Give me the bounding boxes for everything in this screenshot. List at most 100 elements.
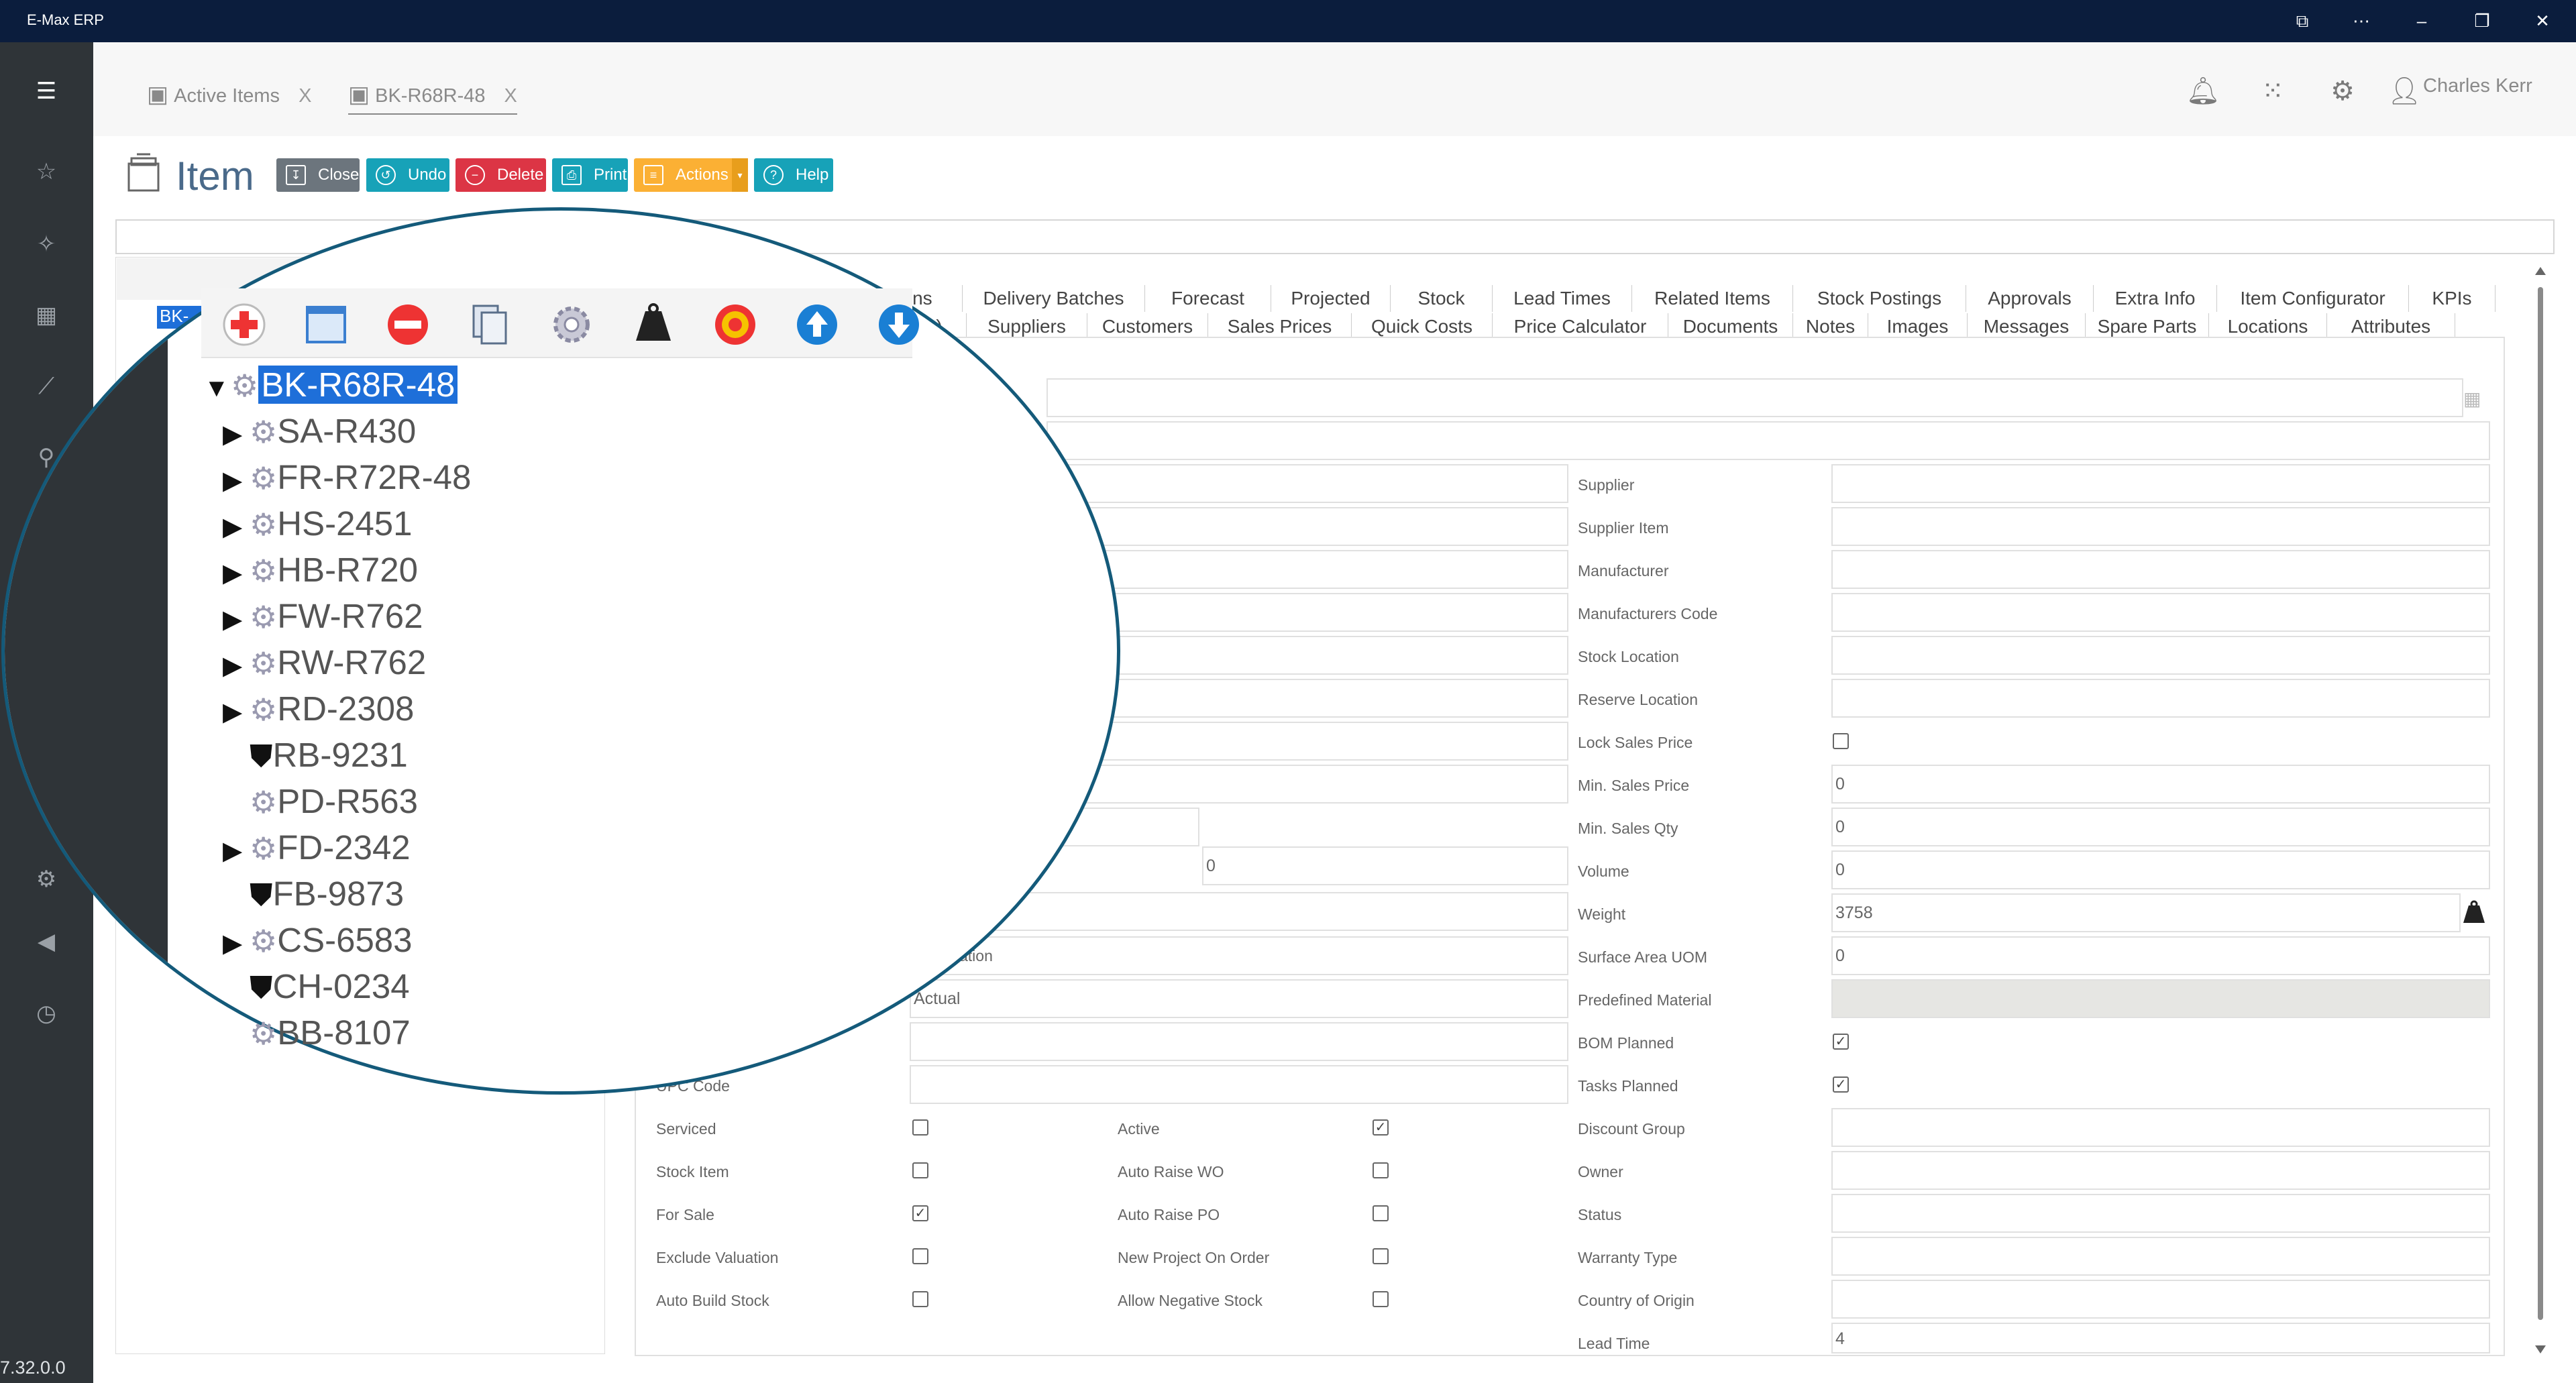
tab-lead-times[interactable]: Lead Times <box>1492 285 1631 312</box>
upc-code-field[interactable] <box>910 1065 1568 1104</box>
collapse-triangle-icon[interactable]: ▼ <box>204 368 231 408</box>
close-window-icon[interactable]: ✕ <box>2522 7 2563 35</box>
stock-item-checkbox[interactable] <box>912 1162 928 1178</box>
for-sale-checkbox[interactable]: ✓ <box>912 1205 928 1221</box>
bell-icon[interactable]: 🔔︎ <box>2184 72 2222 110</box>
add-node-icon[interactable] <box>221 302 267 347</box>
tab-customers[interactable]: Customers <box>1087 313 1208 340</box>
tasks-planned-checkbox[interactable]: ✓ <box>1833 1076 1849 1093</box>
more-icon[interactable]: ⋯ <box>2341 7 2381 35</box>
move-up-icon[interactable] <box>794 302 840 347</box>
apps-grid-icon[interactable]: ⁙ <box>2254 72 2292 110</box>
tab-stock[interactable]: Stock <box>1390 285 1492 312</box>
restore-icon[interactable]: ❐ <box>2462 7 2502 35</box>
remove-node-icon[interactable] <box>385 302 431 347</box>
move-down-icon[interactable] <box>876 302 922 347</box>
hamburger-menu-icon[interactable]: ☰ <box>31 76 62 107</box>
tab-attributes[interactable]: Attributes <box>2326 313 2455 340</box>
manufacturers-code-field[interactable] <box>1831 593 2490 632</box>
form-scrollbar[interactable] <box>2534 267 2546 1353</box>
tree-node[interactable]: ▶ ⚙FR-R72R-48 <box>223 457 471 498</box>
tab-forecast[interactable]: Forecast <box>1144 285 1271 312</box>
tab-images[interactable]: Images <box>1868 313 1967 340</box>
tab-projected[interactable]: Projected <box>1271 285 1390 312</box>
volume-field[interactable]: 0 <box>1831 850 2490 889</box>
min-sales-qty-field[interactable]: 0 <box>1831 808 2490 846</box>
predefined-material-field[interactable] <box>1831 979 2490 1018</box>
tree-node[interactable]: ⛊CH-0234 <box>250 966 410 1007</box>
auto-raise-po-checkbox[interactable] <box>1373 1205 1389 1221</box>
middle-field[interactable] <box>1046 722 1568 761</box>
middle-field[interactable] <box>1046 593 1568 632</box>
expand-triangle-icon[interactable]: ▶ <box>223 924 250 964</box>
tab-spare-parts[interactable]: Spare Parts <box>2085 313 2208 340</box>
manufacturer-field[interactable] <box>1831 550 2490 589</box>
target-icon[interactable] <box>712 302 758 347</box>
bom-planned-checkbox[interactable]: ✓ <box>1833 1034 1849 1050</box>
tree-node[interactable]: ▶ ⚙FD-2342 <box>223 828 411 868</box>
lead-time-field[interactable]: 4 <box>1831 1323 2490 1353</box>
expand-triangle-icon[interactable]: ▶ <box>223 461 250 501</box>
weight-field[interactable]: 3758 <box>1831 893 2461 932</box>
tab-bk-r68r-48[interactable]: ▣ BK-R68R-48 X <box>348 74 517 115</box>
expand-triangle-icon[interactable]: ▶ <box>223 600 250 640</box>
description-field[interactable] <box>1046 378 2463 417</box>
minimize-icon[interactable]: – <box>2402 7 2442 35</box>
tab-active-items[interactable]: ▣ Active Items X <box>147 74 311 115</box>
actions-dropdown-button[interactable]: ≡ Actions ▾ <box>634 158 748 192</box>
costing-method-field[interactable]: Actual <box>910 979 1568 1018</box>
tree-node-root[interactable]: ▼⚙BK-R68R-48 <box>204 365 458 405</box>
middle-field[interactable] <box>1046 679 1568 718</box>
active-checkbox[interactable]: ✓ <box>1373 1119 1389 1136</box>
tab-item-configurator[interactable]: Item Configurator <box>2216 285 2408 312</box>
middle-field[interactable] <box>1046 765 1568 804</box>
supplier-field[interactable] <box>1831 464 2490 503</box>
cast-icon[interactable]: ⧉ <box>2282 7 2322 35</box>
middle-field[interactable] <box>910 1022 1568 1061</box>
tab-related-items[interactable]: Related Items <box>1631 285 1792 312</box>
tree-node[interactable]: ⛊FB-9873 <box>250 874 404 914</box>
star-icon[interactable]: ☆ <box>31 156 62 187</box>
tree-node[interactable]: ▶ ⚙FW-R762 <box>223 596 423 637</box>
tree-node[interactable]: ⛊RB-9231 <box>250 735 408 775</box>
owner-field[interactable] <box>1831 1151 2490 1190</box>
new-project-on-order-checkbox[interactable] <box>1373 1248 1389 1264</box>
close-tab-icon[interactable]: X <box>504 85 517 107</box>
long-description-field[interactable] <box>1046 421 2490 460</box>
tab-kpis[interactable]: KPIs <box>2408 285 2496 312</box>
auto-raise-wo-checkbox[interactable] <box>1373 1162 1389 1178</box>
middle-field[interactable] <box>1046 464 1568 503</box>
country-of-origin-field[interactable] <box>1831 1280 2490 1319</box>
weight-icon[interactable] <box>631 302 676 347</box>
supplier-item-field[interactable] <box>1831 507 2490 546</box>
expand-triangle-icon[interactable]: ▶ <box>223 507 250 547</box>
tree-node[interactable]: ⚙BB-8107 <box>250 1013 411 1053</box>
tree-node[interactable]: ▶ ⚙SA-R430 <box>223 411 416 451</box>
serviced-checkbox[interactable] <box>912 1119 928 1136</box>
middle-field[interactable] <box>1046 550 1568 589</box>
tree-node[interactable]: ⚙PD-R563 <box>250 781 418 822</box>
tab-quick-costs[interactable]: Quick Costs <box>1351 313 1492 340</box>
lock-sales-price-checkbox[interactable] <box>1833 733 1849 749</box>
tab-suppliers[interactable]: Suppliers <box>966 313 1087 340</box>
exclude-valuation-checkbox[interactable] <box>912 1248 928 1264</box>
tab-messages[interactable]: Messages <box>1967 313 2085 340</box>
print-button[interactable]: ⎙ Print <box>552 158 628 192</box>
user-name[interactable]: Charles Kerr <box>2423 75 2532 97</box>
weight-icon[interactable] <box>2461 900 2487 927</box>
reserve-location-field[interactable] <box>1831 679 2490 718</box>
discount-group-field[interactable] <box>1831 1108 2490 1147</box>
settings-gear-icon[interactable]: ⚙ <box>2324 72 2361 110</box>
surface-area-uom-field[interactable]: 0 <box>1831 936 2490 975</box>
tab-extra-info[interactable]: Extra Info <box>2093 285 2216 312</box>
help-button[interactable]: ? Help <box>754 158 833 192</box>
expand-triangle-icon[interactable]: ▶ <box>223 831 250 871</box>
expand-triangle-icon[interactable]: ▶ <box>223 553 250 594</box>
status-field[interactable] <box>1831 1194 2490 1233</box>
grid-icon[interactable]: ▦ <box>2463 388 2481 410</box>
copy-document-icon[interactable] <box>467 302 513 347</box>
undo-button[interactable]: ↺ Undo <box>366 158 449 192</box>
close-button[interactable]: ↧ Close <box>276 158 360 192</box>
expand-triangle-icon[interactable]: ▶ <box>223 646 250 686</box>
tree-node[interactable]: ▶ ⚙RW-R762 <box>223 643 426 683</box>
